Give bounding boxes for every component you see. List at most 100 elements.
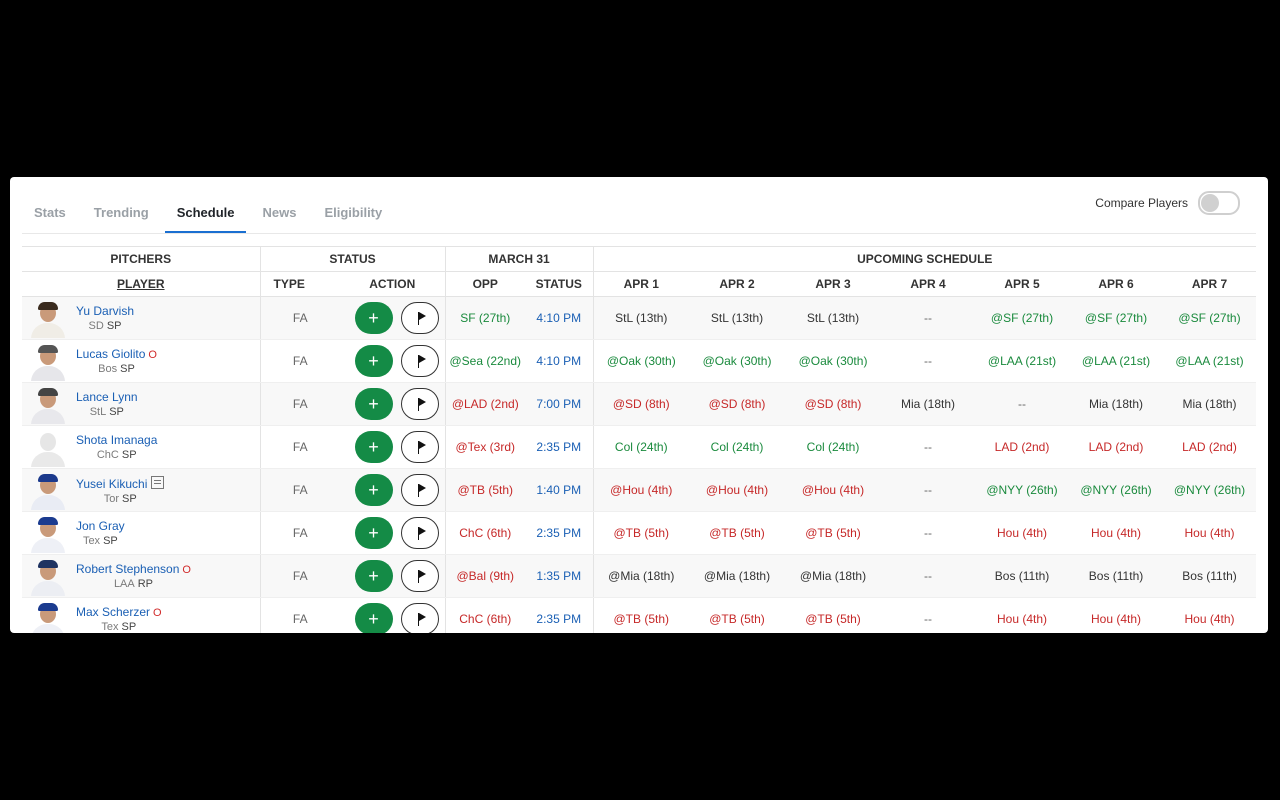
tab-news[interactable]: News — [250, 195, 308, 231]
schedule-table: PITCHERS STATUS MARCH 31 UPCOMING SCHEDU… — [22, 246, 1256, 633]
player-team: ChC — [96, 449, 119, 461]
schedule-cell-apr-5: LAD (2nd) — [975, 425, 1069, 469]
player-name[interactable]: Max Scherzer — [76, 605, 150, 619]
player-name[interactable]: Jon Gray — [76, 519, 125, 533]
add-player-button[interactable]: + — [354, 474, 393, 506]
add-player-button[interactable]: + — [354, 302, 393, 334]
schedule-cell-apr-7: Hou (4th) — [1163, 597, 1256, 633]
player-name[interactable]: Robert Stephenson — [76, 562, 179, 576]
schedule-cell-apr-2: @Mia (18th) — [689, 554, 785, 598]
schedule-cell-apr-1: @SD (8th) — [592, 382, 689, 426]
tab-bar: Stats Trending Schedule News Eligibility — [22, 195, 398, 233]
player-cell: Lance Lynn StL SP — [22, 382, 260, 426]
player-name[interactable]: Lucas Giolito — [76, 347, 145, 361]
news-icon[interactable] — [151, 475, 165, 489]
opp-cell: @Sea (22nd) — [444, 339, 525, 383]
col-apr-3: APR 3 — [785, 271, 881, 297]
player-position: SP — [109, 406, 124, 418]
add-player-button[interactable]: + — [354, 388, 393, 420]
player-team: SD — [88, 320, 104, 332]
schedule-cell-apr-6: Mia (18th) — [1069, 382, 1163, 426]
col-type: TYPE — [259, 271, 340, 297]
add-player-button[interactable]: + — [354, 517, 393, 549]
compare-players: Compare Players — [1095, 191, 1240, 215]
table-row: Lance Lynn StL SP FA + @LAD (2nd) 7:00 PM @SD (… — [22, 382, 1256, 426]
player-team: Tex — [101, 621, 119, 633]
toggle-knob — [1201, 194, 1219, 212]
tab-trending[interactable]: Trending — [82, 195, 161, 231]
schedule-cell-apr-7: @LAA (21st) — [1163, 339, 1256, 383]
schedule-cell-apr-5: Hou (4th) — [975, 597, 1069, 633]
compare-players-toggle[interactable] — [1198, 191, 1240, 215]
avatar — [28, 470, 68, 510]
type-cell: FA — [259, 382, 340, 426]
col-apr-4: APR 4 — [881, 271, 975, 297]
action-cell: + — [340, 296, 445, 340]
game-time-cell: 4:10 PM — [525, 296, 593, 340]
flag-player-button[interactable] — [400, 603, 439, 633]
group-status: STATUS — [259, 246, 445, 272]
col-status: STATUS — [525, 271, 593, 297]
player-position: RP — [137, 578, 154, 590]
game-time-cell: 1:35 PM — [525, 554, 593, 598]
flag-player-button[interactable] — [400, 474, 439, 506]
tab-divider — [22, 233, 1256, 234]
injury-status-badge: O — [182, 564, 191, 576]
player-position: SP — [121, 621, 137, 633]
flag-player-button[interactable] — [400, 560, 439, 592]
compare-players-label: Compare Players — [1095, 196, 1188, 210]
action-cell: + — [340, 382, 445, 426]
add-player-button[interactable]: + — [354, 431, 393, 463]
player-name[interactable]: Lance Lynn — [76, 390, 138, 404]
flag-player-button[interactable] — [400, 345, 439, 377]
schedule-cell-apr-4: -- — [881, 597, 975, 633]
player-team: Tor — [103, 492, 119, 505]
schedule-cell-apr-3: @Hou (4th) — [785, 468, 881, 512]
schedule-cell-apr-5: Bos (11th) — [975, 554, 1069, 598]
player-panel: Stats Trending Schedule News Eligibility… — [10, 177, 1268, 633]
type-cell: FA — [259, 425, 340, 469]
schedule-cell-apr-1: StL (13th) — [592, 296, 689, 340]
add-player-button[interactable]: + — [354, 345, 393, 377]
flag-player-button[interactable] — [400, 431, 439, 463]
add-player-button[interactable]: + — [354, 603, 393, 633]
player-name[interactable]: Shota Imanaga — [76, 433, 157, 447]
schedule-cell-apr-2: @TB (5th) — [689, 511, 785, 555]
type-cell: FA — [259, 296, 340, 340]
add-player-button[interactable]: + — [354, 560, 393, 592]
player-cell: Max Scherzer O Tex SP — [22, 597, 260, 633]
avatar — [28, 384, 68, 424]
action-cell: + — [340, 554, 445, 598]
avatar — [28, 556, 68, 596]
table-row: Yu Darvish SD SP FA + SF (27th) 4:10 PM StL (13… — [22, 296, 1256, 340]
player-name[interactable]: Yusei Kikuchi — [76, 477, 147, 491]
schedule-cell-apr-1: Col (24th) — [592, 425, 689, 469]
tab-schedule[interactable]: Schedule — [164, 195, 247, 233]
flag-player-button[interactable] — [400, 302, 439, 334]
action-cell: + — [340, 425, 445, 469]
tab-eligibility[interactable]: Eligibility — [312, 195, 394, 231]
injury-status-badge: O — [153, 607, 162, 619]
col-apr-7: APR 7 — [1163, 271, 1256, 297]
opp-cell: @Bal (9th) — [444, 554, 525, 598]
player-team: StL — [89, 406, 107, 418]
flag-player-button[interactable] — [400, 517, 439, 549]
schedule-cell-apr-4: -- — [881, 468, 975, 512]
col-player[interactable]: PLAYER — [22, 271, 260, 297]
schedule-cell-apr-3: @TB (5th) — [785, 597, 881, 633]
schedule-cell-apr-1: @Hou (4th) — [592, 468, 689, 512]
schedule-cell-apr-2: @TB (5th) — [689, 597, 785, 633]
schedule-cell-apr-4: -- — [881, 339, 975, 383]
player-name[interactable]: Yu Darvish — [76, 304, 134, 318]
schedule-cell-apr-1: @Mia (18th) — [592, 554, 689, 598]
schedule-cell-apr-6: Hou (4th) — [1069, 597, 1163, 633]
schedule-cell-apr-6: @NYY (26th) — [1069, 468, 1163, 512]
group-upcoming-schedule: UPCOMING SCHEDULE — [592, 246, 1256, 272]
type-cell: FA — [259, 554, 340, 598]
player-cell: Yu Darvish SD SP — [22, 296, 260, 340]
schedule-cell-apr-7: @NYY (26th) — [1163, 468, 1256, 512]
schedule-cell-apr-7: Hou (4th) — [1163, 511, 1256, 555]
schedule-cell-apr-7: Mia (18th) — [1163, 382, 1256, 426]
tab-stats[interactable]: Stats — [22, 195, 78, 231]
flag-player-button[interactable] — [400, 388, 439, 420]
